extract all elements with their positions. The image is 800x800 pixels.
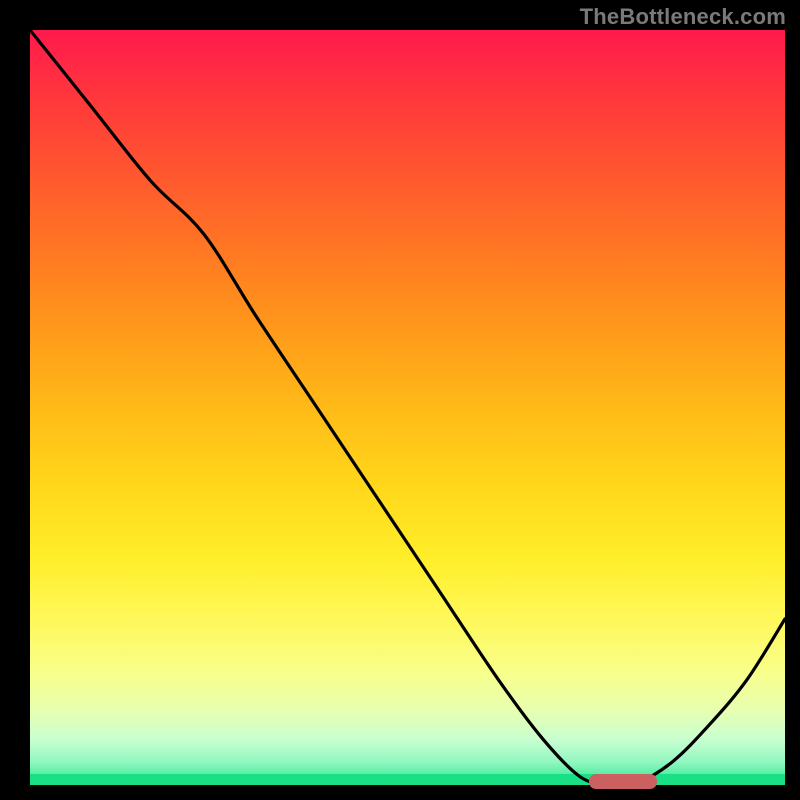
plot-bottom-green-strip: [30, 774, 785, 785]
attribution-text: TheBottleneck.com: [580, 4, 786, 30]
chart-frame: TheBottleneck.com: [0, 0, 800, 800]
plot-area: [30, 30, 785, 785]
